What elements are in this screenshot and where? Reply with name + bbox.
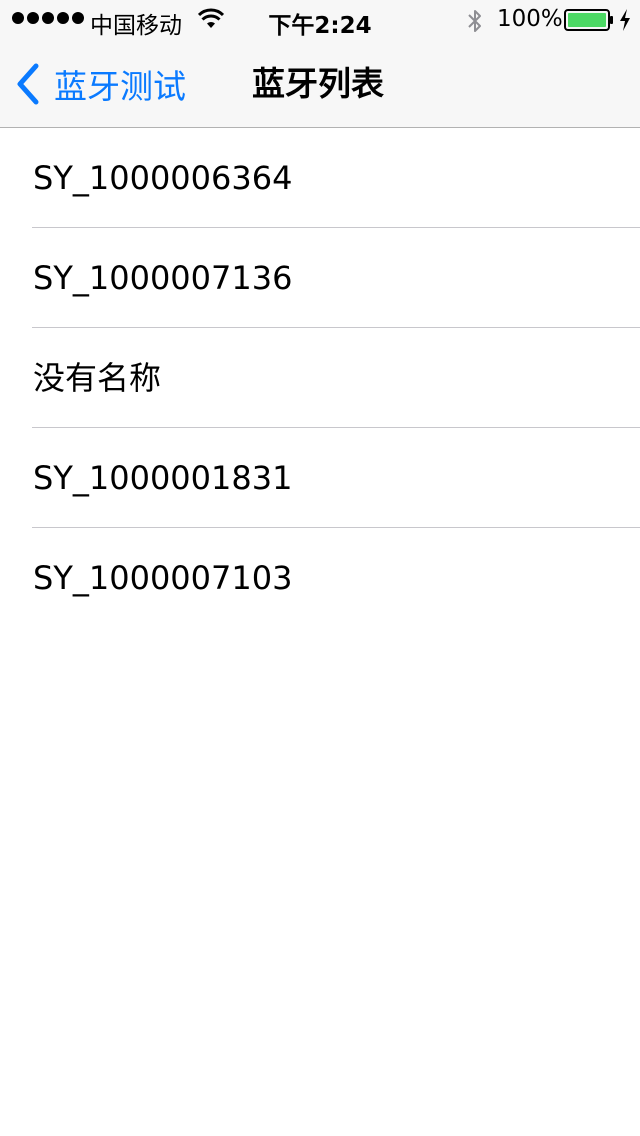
charging-icon (620, 9, 630, 31)
list-item[interactable]: SY_1000007103 (0, 528, 640, 628)
device-name: SY_1000001831 (33, 459, 293, 497)
status-bar: 中国移动 下午2:24 100% (0, 0, 640, 40)
list-item[interactable]: SY_1000001831 (0, 428, 640, 528)
list-item[interactable]: SY_1000006364 (0, 128, 640, 228)
battery-icon (564, 9, 613, 31)
device-name: SY_1000007136 (33, 259, 293, 297)
bluetooth-device-list: SY_1000006364 SY_1000007136 没有名称 SY_1000… (0, 128, 640, 628)
back-button[interactable]: 蓝牙测试 (14, 62, 186, 106)
device-name: SY_1000006364 (33, 159, 293, 197)
device-name: SY_1000007103 (33, 559, 293, 597)
battery-percent: 100% (497, 6, 563, 32)
list-item[interactable]: SY_1000007136 (0, 228, 640, 328)
list-item[interactable]: 没有名称 (0, 328, 640, 428)
chevron-left-icon (17, 63, 39, 105)
bluetooth-icon (468, 10, 481, 32)
top-bar: 中国移动 下午2:24 100% 蓝牙测试 蓝牙列表 (0, 0, 640, 128)
back-button-label: 蓝牙测试 (54, 67, 186, 106)
page-title: 蓝牙列表 (252, 64, 384, 103)
device-name: 没有名称 (33, 359, 162, 397)
screen: 中国移动 下午2:24 100% 蓝牙测试 蓝牙列表 SY_1000006364… (0, 0, 640, 1136)
